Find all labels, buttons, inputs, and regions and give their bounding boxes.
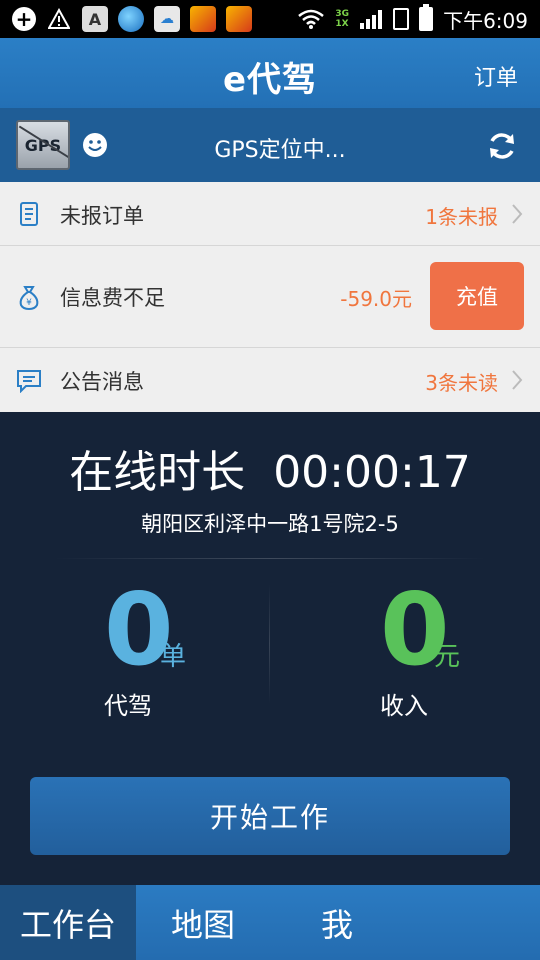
app-a-icon: A xyxy=(82,6,108,32)
bottom-tab-bar: 工作台 地图 我 xyxy=(0,885,540,960)
battery-icon xyxy=(419,4,434,31)
income-unit: 元 xyxy=(434,642,461,672)
divider xyxy=(54,558,486,559)
unreported-orders-row[interactable]: 未报订单 1条未报 xyxy=(0,182,540,246)
income-label: 收入 xyxy=(380,692,428,720)
status-bar: + A ☁ 3G 1X 下午6:09 xyxy=(0,0,540,38)
app-header: e代驾 订单 xyxy=(0,38,540,108)
balance-value: -59.0元 xyxy=(340,287,412,311)
sim-icon xyxy=(393,8,410,30)
row-label: 未报订单 xyxy=(60,204,144,228)
wifi-icon xyxy=(298,9,325,29)
browser-icon xyxy=(118,6,144,32)
svg-text:¥: ¥ xyxy=(26,298,32,308)
announcements-row[interactable]: 公告消息 3条未读 xyxy=(0,348,540,412)
main-panel: 在线时长 00:00:17 朝阳区利泽中一路1号院2-5 0 单 代驾 0 元 收… xyxy=(0,412,540,885)
online-label: 在线时长 xyxy=(69,447,246,498)
online-duration: 在线时长 00:00:17 xyxy=(0,436,540,500)
gps-status-text: GPS定位中... xyxy=(214,138,346,163)
chevron-right-icon xyxy=(512,370,523,390)
info-fee-row: ¥ 信息费不足 -59.0元 充值 xyxy=(0,246,540,348)
trips-unit: 单 xyxy=(160,642,187,672)
app-logo: e代驾 xyxy=(222,60,318,100)
online-time: 00:00:17 xyxy=(273,447,471,498)
money-bag-icon: ¥ xyxy=(19,286,39,310)
clock: 下午6:09 xyxy=(443,8,528,33)
tab-map[interactable]: 地图 xyxy=(136,885,270,960)
start-work-button[interactable]: 开始工作 xyxy=(30,777,510,855)
row-label: 信息费不足 xyxy=(60,286,165,310)
tab-me[interactable]: 我 xyxy=(270,885,404,960)
refresh-icon[interactable] xyxy=(486,130,518,162)
trips-label: 代驾 xyxy=(104,692,152,720)
app-notification-icon-2 xyxy=(226,6,252,32)
document-icon xyxy=(20,202,38,226)
row-value: 3条未读 xyxy=(425,371,498,395)
notification-icons: + A ☁ xyxy=(12,6,252,32)
recharge-button[interactable]: 充值 xyxy=(430,262,524,330)
info-list: 未报订单 1条未报 ¥ 信息费不足 -59.0元 充值 公告消息 3条未读 xyxy=(0,182,540,412)
alert-icon xyxy=(46,6,72,32)
network-type: 3G 1X xyxy=(335,9,349,29)
network-top-label: 3G xyxy=(335,9,350,19)
income-stat: 0 元 收入 xyxy=(270,580,540,721)
row-value: 1条未报 xyxy=(425,205,498,229)
current-address: 朝阳区利泽中一路1号院2-5 xyxy=(141,512,399,536)
network-bottom-label: 1X xyxy=(335,19,349,29)
app-notification-icon xyxy=(190,6,216,32)
tab-workbench[interactable]: 工作台 xyxy=(0,885,136,960)
trips-stat: 0 单 代驾 xyxy=(0,580,270,721)
system-icons: 3G 1X 下午6:09 xyxy=(297,0,528,38)
cloud-app-icon: ☁ xyxy=(154,6,180,32)
plus-notification-icon: + xyxy=(12,7,36,31)
message-icon xyxy=(17,370,41,393)
row-label: 公告消息 xyxy=(60,370,144,394)
signal-icon xyxy=(360,10,383,29)
chevron-right-icon xyxy=(512,204,523,224)
gps-bar: GPS GPS定位中... xyxy=(0,108,540,182)
orders-link[interactable]: 订单 xyxy=(474,60,518,92)
